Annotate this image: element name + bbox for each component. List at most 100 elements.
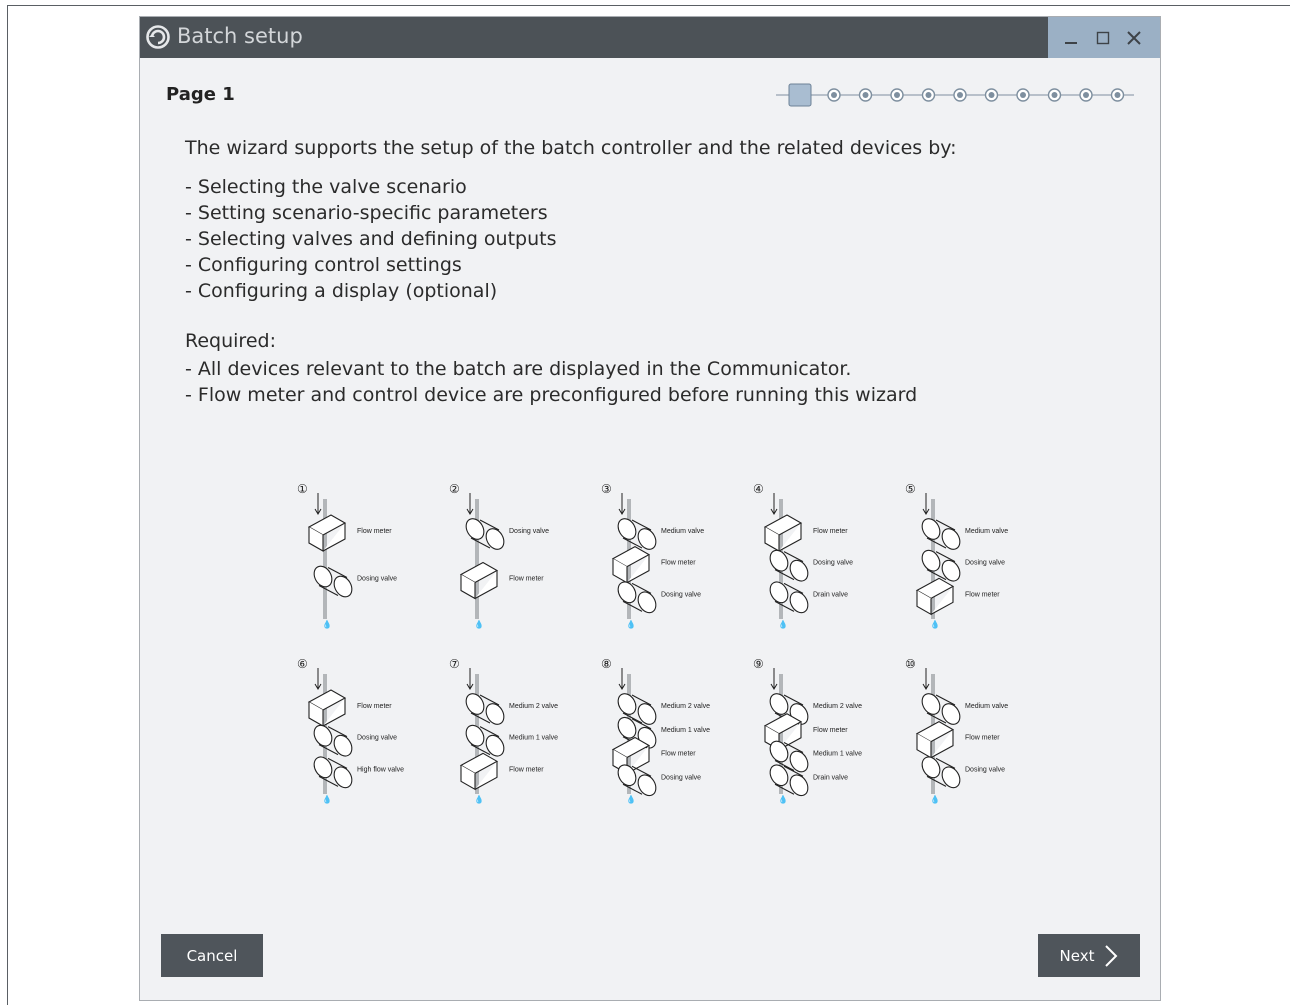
feature-list-item: - Setting scenario-specific parameters [185,202,548,224]
component-label: Medium 2 valve [661,703,710,710]
component-label: Medium 1 valve [661,727,710,734]
step-dot [1110,88,1125,102]
valve-symbol [769,549,809,582]
component-label: Flow meter [357,528,392,535]
component-label: Dosing valve [813,560,853,567]
flow-arrow [770,668,778,690]
scenario-number: ⑦ [449,657,460,671]
scenario-drawing: Medium valve Flow meter Dosing valve 💧 ⑩ [905,657,1008,804]
component-label: Flow meter [661,560,696,567]
component-label: Drain valve [813,591,848,598]
outlet-drop-icon: 💧 [474,794,484,804]
outlet-drop-icon: 💧 [930,619,940,629]
feature-list-item: - Configuring a display (optional) [185,280,498,302]
scenario-number: ⑨ [753,657,764,671]
component-label: Medium valve [965,703,1008,710]
flow-arrow [922,668,930,690]
scenario-diagram-3: Medium valve Flow meter Dosing valve 💧 ③ [577,479,717,639]
component-label: Medium 1 valve [509,735,558,742]
scenario-drawing: Medium valve Dosing valve Flow meter 💧 ⑤ [905,482,1008,629]
flow-arrow [618,493,626,515]
component-label: Dosing valve [965,766,1005,773]
scenario-diagram-8: Medium 2 valve Medium 1 valve Flow meter Do… [577,654,717,814]
wizard-step-indicator [776,83,1134,107]
valve-symbol [617,581,657,614]
step-dot [1016,88,1030,102]
component-label: Dosing valve [357,576,397,583]
scenario-diagram-7: Medium 2 valve Medium 1 valve Flow meter 💧 ⑦ [425,654,565,814]
component-label: Dosing valve [357,735,397,742]
maximize-icon [1096,31,1110,44]
outlet-drop-icon: 💧 [778,794,788,804]
component-label: Medium 2 valve [813,703,862,710]
valve-symbol [617,518,657,550]
valve-symbol [313,565,353,598]
component-label: Flow meter [965,591,1000,598]
maximize-button[interactable] [1088,17,1118,58]
outlet-drop-icon: 💧 [322,794,332,804]
scenario-number: ⑧ [601,657,612,671]
page-label: Page 1 [166,84,235,105]
flow-arrow [922,493,930,515]
component-label: Dosing valve [509,528,549,535]
feature-list-item: - Selecting valves and defining outputs [185,228,557,250]
batch-setup-window: Batch setup Page 1 The wizard supports t… [139,16,1161,1001]
valve-symbol [921,693,961,725]
chevron-right-icon [1105,944,1118,967]
scenario-diagram-2: Dosing valve Flow meter 💧 ② [425,479,565,639]
scenario-diagram-1: Flow meter Dosing valve 💧 ① [273,479,413,639]
flow-arrow [770,493,778,515]
scenario-drawing: Flow meter Dosing valve 💧 ① [297,482,397,629]
component-label: Medium valve [661,528,704,535]
title-bar[interactable]: Batch setup [140,17,1160,58]
valve-symbol [465,518,505,550]
valve-symbol [769,581,809,614]
minimize-icon [1065,41,1077,44]
valve-symbol [465,724,505,757]
next-button-label: Next [1059,946,1095,965]
component-label: Flow meter [509,576,544,583]
cancel-button-label: Cancel [186,946,238,965]
component-label: Flow meter [661,751,696,758]
cancel-button[interactable]: Cancel [161,934,263,977]
requirement-item: - All devices relevant to the batch are … [185,358,852,380]
scenario-drawing: Flow meter Dosing valve Drain valve 💧 ④ [753,482,853,629]
window-title: Batch setup [177,24,303,48]
outlet-drop-icon: 💧 [930,794,940,804]
component-label: Flow meter [965,735,1000,742]
outlet-drop-icon: 💧 [778,619,788,629]
valve-symbol [313,756,353,789]
flow-arrow [314,493,322,515]
valve-scenario-diagrams: Flow meter Dosing valve 💧 ① Dosing valve Flow… [273,479,1033,829]
outlet-drop-icon: 💧 [626,619,636,629]
scenario-drawing: Medium 2 valve Medium 1 valve Flow meter Do… [601,657,710,804]
step-dot [858,88,873,102]
next-button[interactable]: Next [1038,934,1140,977]
scenario-diagram-10: Medium valve Flow meter Dosing valve 💧 ⑩ [881,654,1021,814]
step-dot [921,88,936,102]
component-label: Flow meter [509,766,544,773]
scenario-diagram-5: Medium valve Dosing valve Flow meter 💧 ⑤ [881,479,1021,639]
flow-arrow [466,668,474,690]
outlet-drop-icon: 💧 [474,619,484,629]
component-label: Medium 1 valve [813,751,862,758]
scenario-number: ② [449,482,460,496]
step-dot [984,88,999,102]
scenario-number: ⑥ [297,657,308,671]
feature-list-item: - Configuring control settings [185,254,462,276]
scenario-drawing: Flow meter Dosing valve High flow valve 💧 ⑥ [297,657,404,804]
component-label: Flow meter [813,528,848,535]
scenario-diagram-6: Flow meter Dosing valve High flow valve 💧 ⑥ [273,654,413,814]
required-heading: Required: [185,330,276,352]
requirements-list: - All devices relevant to the batch are … [185,356,917,408]
scenario-diagram-9: Medium 2 valve Flow meter Medium 1 valve Dr… [729,654,869,814]
scenario-number: ① [297,482,308,496]
step-dot [827,88,841,102]
valve-symbol [921,549,961,582]
component-label: Dosing valve [661,774,701,781]
minimize-button[interactable] [1056,17,1086,58]
component-label: Flow meter [357,703,392,710]
step-dot [890,88,904,102]
close-button[interactable] [1119,17,1149,58]
scenario-number: ⑤ [905,482,916,496]
